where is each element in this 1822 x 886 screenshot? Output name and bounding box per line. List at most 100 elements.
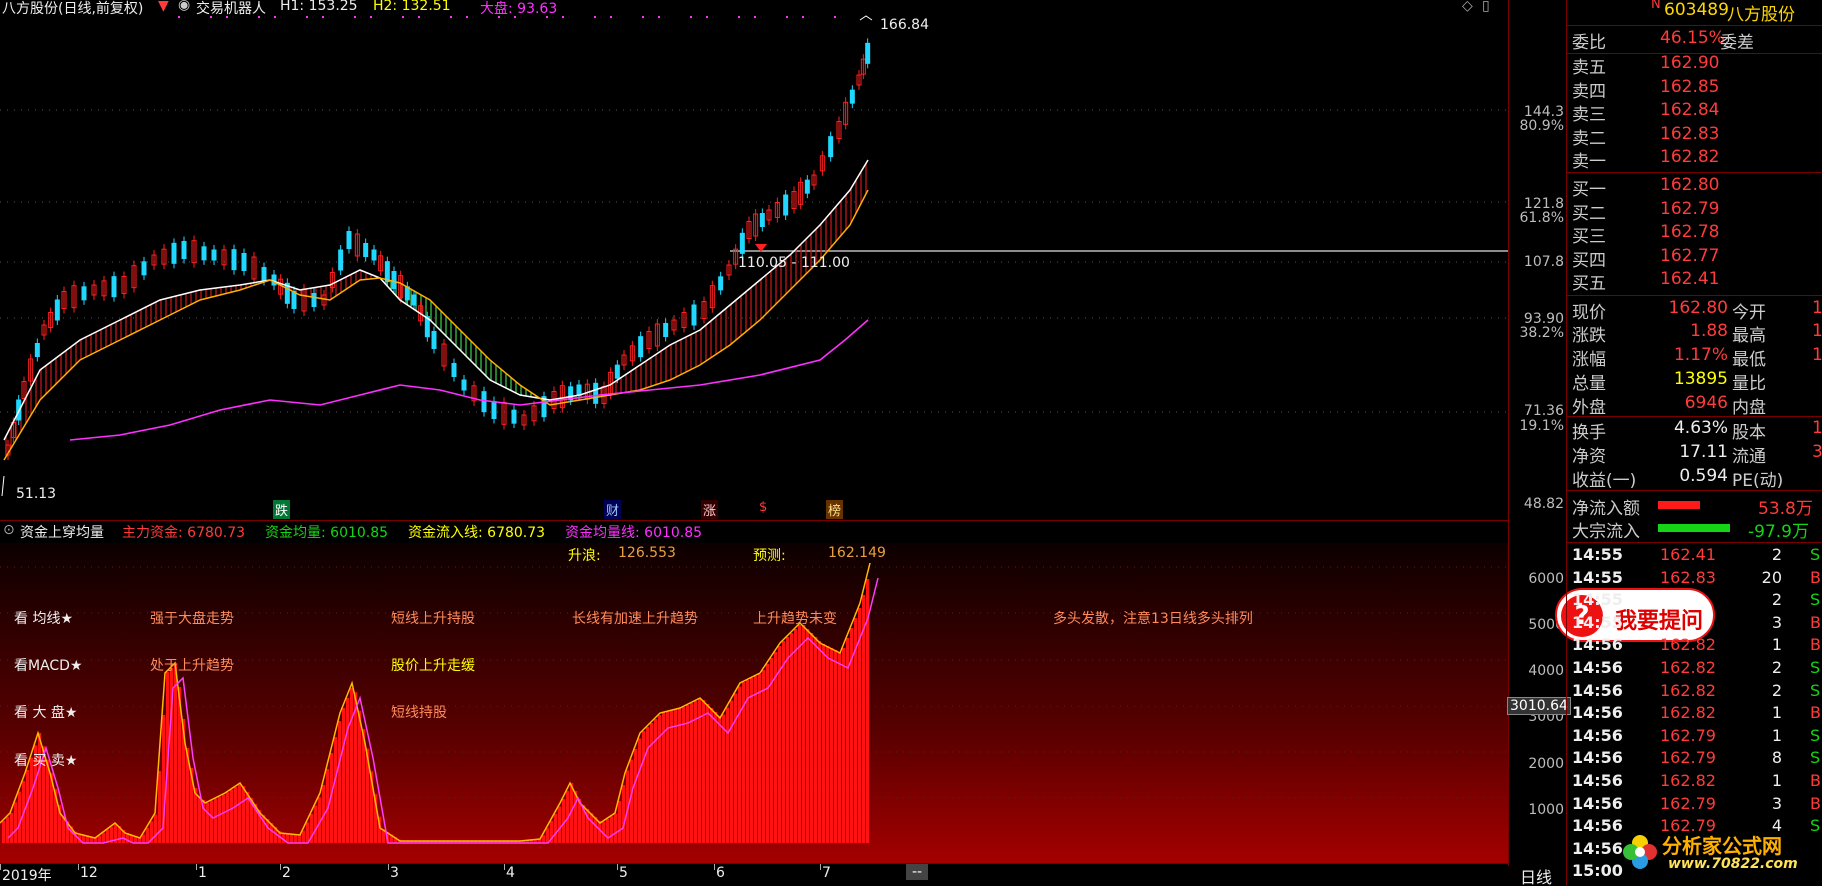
x-axis-line	[0, 863, 1508, 864]
sub-row-signal: 多头发散，注意13日线多头排列	[1053, 611, 1253, 627]
fund-bar	[338, 721, 342, 843]
fund-bar	[334, 737, 338, 843]
fund-bar	[142, 834, 146, 843]
fund-bar	[98, 835, 102, 843]
yuce-label: 预测:	[753, 548, 786, 564]
buy-level[interactable]: 买五 162.41	[1572, 269, 1822, 294]
period-selector[interactable]: 日线	[1520, 864, 1552, 886]
candle-body	[311, 293, 317, 307]
tick-time: 14:56	[1572, 635, 1623, 655]
stock-name[interactable]: 八方股份	[1727, 0, 1795, 25]
sub-row-label: 看 均线★	[14, 611, 74, 627]
y-tick-pct: 38.2%	[1519, 325, 1564, 341]
diamond-icon[interactable]: ◇	[1462, 0, 1473, 14]
weicha-label: 委差	[1720, 33, 1754, 53]
stat-label: 换手	[1572, 423, 1606, 443]
stat-label-right: 股本	[1732, 423, 1766, 443]
marker-bang[interactable]: 榜	[826, 500, 844, 519]
tick-side: S	[1810, 816, 1821, 836]
weibi-value: 46.15%	[1660, 28, 1725, 48]
fund-bar	[802, 625, 806, 843]
tick-price: 162.79	[1660, 793, 1716, 813]
marker-cai[interactable]: 财	[604, 500, 622, 519]
tick-time: 14:56	[1572, 703, 1623, 723]
fund-bar	[298, 834, 302, 843]
x-axis-tick	[196, 864, 197, 870]
sell-level[interactable]: 卖五 162.90	[1572, 53, 1822, 78]
fund-bar	[690, 703, 694, 843]
sell-level-price: 162.82	[1660, 147, 1720, 167]
tick-side: S	[1810, 748, 1821, 768]
window-icon[interactable]: ▯	[1482, 0, 1490, 14]
fund-bar	[198, 796, 202, 843]
flower-logo-icon	[1620, 832, 1660, 872]
fund-flow-chart[interactable]	[0, 543, 1508, 863]
fund-bar	[698, 699, 702, 843]
marker-dollar[interactable]: $	[757, 500, 769, 515]
signal-dot	[274, 16, 276, 18]
fund-bar	[554, 813, 558, 843]
buy-level[interactable]: 买一 162.80	[1572, 175, 1822, 200]
bigflow-label: 大宗流入	[1572, 522, 1640, 542]
marker-zhang[interactable]: 涨	[701, 500, 719, 519]
marker-die[interactable]: 跌	[273, 500, 291, 519]
quote-sep	[1566, 295, 1822, 296]
fund-bar	[670, 710, 674, 843]
stat-label-right: 最低	[1732, 350, 1766, 370]
fund-bar	[294, 834, 298, 843]
netflow-value: 53.8万	[1758, 499, 1813, 519]
x-axis-tick	[504, 864, 505, 870]
buy-level[interactable]: 买二 162.79	[1572, 199, 1822, 224]
fund-bar	[806, 629, 810, 843]
x-axis-label: 6	[716, 865, 725, 881]
sell-level[interactable]: 卖四 162.85	[1572, 77, 1822, 102]
candle-body	[783, 194, 789, 216]
x-axis-tick	[820, 864, 821, 870]
tick-volume: 1	[1771, 771, 1782, 790]
tick-side: S	[1810, 590, 1821, 610]
candle-body	[411, 294, 417, 306]
buy-level[interactable]: 买四 162.77	[1572, 246, 1822, 271]
tick-volume: 3	[1771, 612, 1782, 632]
candle-body	[346, 231, 352, 249]
tick-time: 14:56	[1572, 725, 1623, 745]
stat-value-right: 1	[1812, 418, 1822, 438]
signal-dot	[738, 16, 740, 18]
fund-bar	[618, 801, 622, 843]
cursor-value-tag: 3010.64	[1507, 697, 1571, 715]
tick-price: 162.82	[1660, 680, 1716, 700]
buy-level[interactable]: 买三 162.78	[1572, 222, 1822, 247]
fund-bar	[146, 828, 150, 843]
candle-body	[511, 409, 517, 424]
sub-row-signal: 短线持股	[391, 705, 447, 721]
tick-row: 14:56 162.79 3 B	[1572, 794, 1822, 817]
candle-body	[739, 232, 745, 254]
tick-row: 14:56 162.79 8 S	[1572, 748, 1822, 771]
sub-row-signal: 处于上升趋势	[150, 658, 234, 674]
fund-bar	[154, 814, 158, 843]
fund-bar	[630, 759, 634, 843]
stat-value-right: 16	[1812, 298, 1822, 318]
fund-bar	[614, 813, 618, 843]
candle-body	[363, 243, 369, 257]
tick-row: 14:55 162.83 20 B	[1572, 568, 1822, 591]
sell-level[interactable]: 卖一 162.82	[1572, 147, 1822, 172]
robot-label[interactable]: 交易机器人	[196, 0, 266, 18]
indicator-name[interactable]: 资金上穿均量	[20, 522, 104, 542]
candle-body	[54, 299, 60, 321]
stat-label-right: 今开	[1732, 303, 1766, 323]
x-axis-label: 2019年	[2, 868, 52, 884]
x-axis-tick	[0, 864, 1, 870]
signal-dot	[610, 16, 612, 18]
fund-bar	[302, 830, 306, 843]
sell-level[interactable]: 卖三 162.84	[1572, 100, 1822, 125]
stat-label: 涨跌	[1572, 326, 1606, 346]
signal-dot	[370, 16, 372, 18]
robot-icon[interactable]: ◉	[178, 0, 190, 13]
tick-row: 14:56 162.82 1 B	[1572, 703, 1822, 726]
indicator-toggle-icon[interactable]: ⊙	[3, 522, 15, 538]
buy-level-price: 162.41	[1660, 269, 1720, 289]
signal-dot	[178, 16, 180, 18]
bigflow-row: 大宗流入 -97.9万	[1572, 517, 1822, 542]
sell-level[interactable]: 卖二 162.83	[1572, 124, 1822, 149]
